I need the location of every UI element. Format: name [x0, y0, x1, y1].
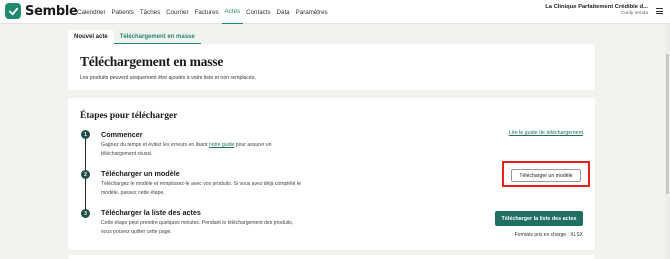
steps-title: Étapes pour télécharger	[80, 111, 178, 121]
notre-guide-link[interactable]: notre guide	[209, 142, 235, 148]
account-switcher[interactable]: La Clinique Parfaitement Crédible d... C…	[545, 4, 648, 16]
supported-formats: Formats pris en charge : XLSX	[514, 232, 583, 238]
step-title-2: Télécharger un modèle	[101, 169, 180, 178]
guide-link[interactable]: Lire le guide de téléchargement	[509, 130, 583, 136]
tab-bar: Nouvel acte Téléchargement en masse	[68, 30, 201, 44]
next-card	[68, 255, 595, 259]
step-desc-2: Téléchargez le modèle et remplissez-le a…	[101, 181, 301, 196]
tab-telechargement-en-masse[interactable]: Téléchargement en masse	[113, 30, 201, 44]
tab-nouvel-acte[interactable]: Nouvel acte	[68, 30, 114, 44]
nav-item-patients[interactable]: Patients	[109, 0, 137, 24]
page-title: Téléchargement en masse	[80, 54, 224, 69]
semble-logo-icon	[5, 3, 21, 19]
top-navbar: Semble Calendrier Patients Tâches Courri…	[0, 0, 670, 24]
page-scrollbar[interactable]	[665, 24, 670, 259]
nav-item-factures[interactable]: Factures	[192, 0, 222, 24]
logo[interactable]: Semble	[5, 3, 78, 19]
nav-item-actes[interactable]: Actes	[221, 0, 244, 24]
upload-list-button[interactable]: Télécharger la liste des actes	[495, 211, 583, 226]
nav-item-taches[interactable]: Tâches	[137, 0, 163, 24]
step-number-2: 2	[81, 170, 90, 179]
steps-card: Étapes pour télécharger Lire le guide de…	[68, 98, 595, 250]
step-title-1: Commencer	[101, 130, 143, 139]
user-name: Cindy Iemda	[621, 11, 648, 16]
main-nav: Calendrier Patients Tâches Courrier Fact…	[74, 0, 331, 24]
step-desc-3: Cette étape peut prendre quelques minute…	[101, 220, 294, 235]
nav-item-contacts[interactable]: Contacts	[243, 0, 273, 24]
nav-item-courrier[interactable]: Courrier	[163, 0, 191, 24]
nav-item-calendrier[interactable]: Calendrier	[74, 0, 109, 24]
page-subtitle: Les produits peuvent uniquement être ajo…	[80, 75, 256, 81]
step-number-1: 1	[81, 130, 90, 139]
step-desc-1: Gagnez du temps et évitez les erreurs en…	[101, 142, 272, 157]
scrollbar-thumb[interactable]	[666, 54, 669, 194]
logo-text: Semble	[25, 3, 78, 19]
hamburger-menu-icon[interactable]	[656, 8, 663, 14]
download-template-button[interactable]: Télécharger un modèle	[511, 169, 581, 182]
step-number-3: 3	[81, 209, 90, 218]
nav-item-parametres[interactable]: Paramètres	[293, 0, 331, 24]
step-title-3: Télécharger la liste des actes	[101, 208, 201, 217]
nav-item-data[interactable]: Data	[274, 0, 293, 24]
clinic-name: La Clinique Parfaitement Crédible d...	[545, 4, 648, 10]
header-card: Téléchargement en masse Les produits peu…	[68, 44, 595, 90]
